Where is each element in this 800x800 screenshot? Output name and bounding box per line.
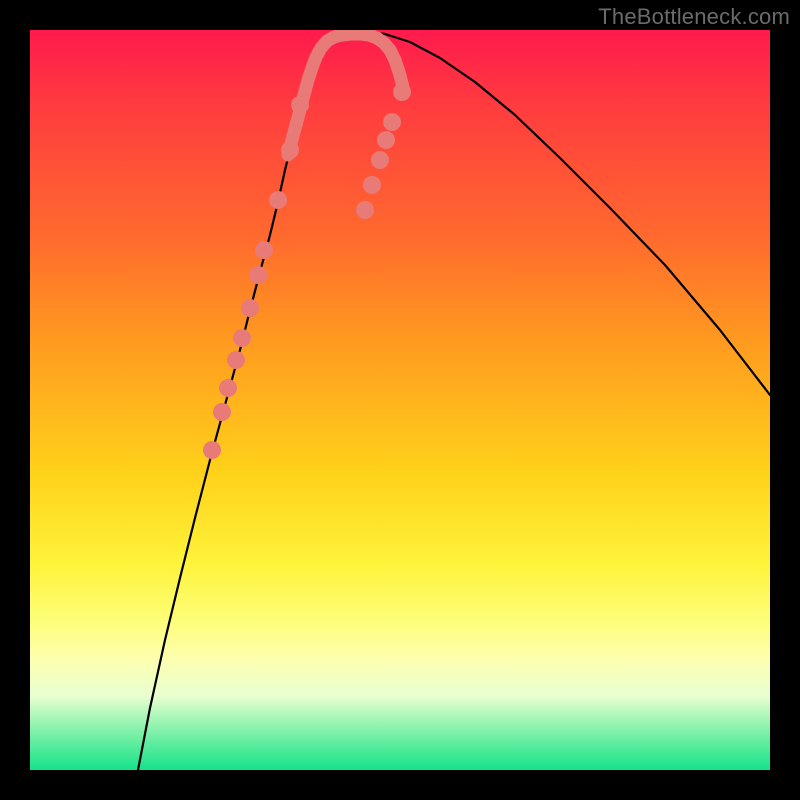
data-point xyxy=(291,96,309,114)
plot-area xyxy=(30,30,770,770)
data-point xyxy=(363,176,381,194)
data-point xyxy=(213,403,231,421)
data-point xyxy=(203,441,221,459)
data-point xyxy=(255,241,273,259)
data-point xyxy=(377,131,395,149)
data-point xyxy=(227,351,245,369)
data-point xyxy=(241,299,259,317)
data-point xyxy=(281,141,299,159)
watermark-text: TheBottleneck.com xyxy=(598,4,790,30)
data-point xyxy=(233,329,251,347)
data-point xyxy=(371,151,389,169)
chart-svg xyxy=(30,30,770,770)
data-point xyxy=(383,113,401,131)
outer-frame: TheBottleneck.com xyxy=(0,0,800,800)
data-point xyxy=(356,201,374,219)
bottleneck-curve xyxy=(138,32,770,770)
data-point xyxy=(269,191,287,209)
data-point xyxy=(393,83,411,101)
data-point xyxy=(249,266,267,284)
data-point xyxy=(219,379,237,397)
